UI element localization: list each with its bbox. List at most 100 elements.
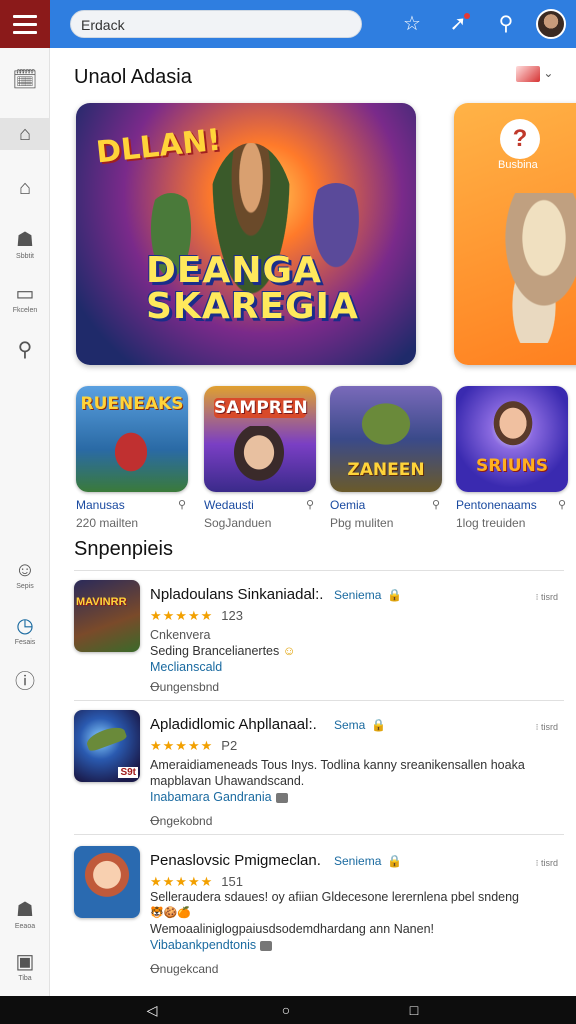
list-item-title: Apladidlomic Ahpllanaal:. bbox=[150, 716, 317, 733]
banner-logo-text: DLLAN! bbox=[94, 122, 223, 171]
list-item-description: Cnkenvera bbox=[150, 628, 211, 642]
banner-title: DEANGA SKAREGIA bbox=[146, 253, 359, 325]
emoji-row: 🐯🍪🍊 bbox=[150, 906, 560, 921]
app-card[interactable]: SAMPREN Wedausti ⚲ SogJanduen bbox=[204, 386, 316, 530]
hamburger-line bbox=[13, 30, 37, 34]
stars-glyphs: ★★★★★ bbox=[150, 608, 214, 623]
section-more-button[interactable]: ⌄ bbox=[516, 66, 553, 82]
back-icon[interactable]: ◁ bbox=[142, 1000, 162, 1020]
app-name: Wedausti ⚲ bbox=[204, 498, 316, 512]
list-item-tag: Seniema 🔒 bbox=[334, 854, 402, 868]
sidebar-item-archive[interactable]: ▣ Tiba bbox=[0, 950, 50, 982]
list-item-link[interactable]: Inabamara Gandrania bbox=[150, 790, 288, 804]
list-item-description-text: Seding Brancelianertes bbox=[150, 644, 280, 658]
recents-icon[interactable]: □ bbox=[404, 1000, 424, 1020]
sidebar: 🗓 ⌂ ⌂ ☗ Sbbtit ▭ Fkcelen ⚲ ☺ Sepis ◷ Fes… bbox=[0, 48, 50, 996]
avatar[interactable] bbox=[536, 9, 566, 39]
sidebar-item-home[interactable]: ⌂ bbox=[0, 176, 50, 200]
search-icon[interactable]: ⚲ bbox=[558, 498, 566, 511]
list-item-meta: Ꝋngekobnd bbox=[150, 814, 213, 828]
section-title: Snpenpieis bbox=[74, 538, 173, 560]
app-figure bbox=[106, 422, 156, 482]
search-icon[interactable]: ⚲ bbox=[306, 498, 314, 511]
banner-title-line: DEANGA bbox=[146, 250, 322, 291]
list-item[interactable]: MAVINRR Npladoulans Sinkaniadal:. Seniem… bbox=[74, 580, 564, 700]
app-name-text: Oemia bbox=[330, 498, 366, 512]
app-subtitle: Pbg muliten bbox=[330, 516, 394, 530]
app-card[interactable]: RUENEAKS Manusas ⚲ 220 mailten bbox=[76, 386, 188, 530]
app-subtitle: 1log treuiden bbox=[456, 516, 526, 530]
hamburger-icon bbox=[13, 14, 37, 18]
divider bbox=[74, 834, 564, 835]
app-row: RUENEAKS Manusas ⚲ 220 mailten SAMPREN We… bbox=[74, 386, 574, 536]
list-item-right: ⁝ tisrd bbox=[536, 592, 558, 603]
list-item-right-text: tisrd bbox=[540, 722, 558, 732]
rating-stars: ★★★★★ 123 bbox=[150, 608, 243, 624]
banner-title-line: SKAREGIA bbox=[146, 286, 359, 327]
sidebar-item-info[interactable]: ⓘ bbox=[0, 670, 50, 694]
list-item-description: Wemoaaliniglogpaiusdsodemdhardang ann Na… bbox=[150, 922, 434, 936]
list-item-tag: Sema 🔒 bbox=[334, 718, 386, 732]
list-item-description: Ameraidiameneads Tous Inys. Todlina kann… bbox=[150, 758, 525, 772]
store-icon: ⌂ bbox=[18, 123, 32, 145]
app-icon-text: SAMPREN bbox=[214, 398, 308, 418]
app-icon-text: ZANEEN bbox=[347, 460, 425, 480]
star-icon[interactable]: ☆ bbox=[398, 10, 426, 38]
calendar-icon: 🗓 bbox=[12, 69, 38, 91]
sidebar-item-face[interactable]: ☺ Sepis bbox=[0, 558, 50, 590]
search-icon[interactable]: ⚲ bbox=[492, 10, 520, 38]
app-card[interactable]: ZANEEN Oemia ⚲ Pbg muliten bbox=[330, 386, 442, 530]
list-item-description: Seding Brancelianertes ☺ bbox=[150, 644, 560, 659]
list-item-link[interactable]: Vibabankpendtonis bbox=[150, 938, 273, 952]
user-icon: ☗ bbox=[16, 229, 34, 251]
system-nav-bar: ◁ ○ □ bbox=[0, 996, 576, 1024]
featured-banner-secondary[interactable]: ? Busbina bbox=[454, 103, 576, 365]
lock-icon: 🔒 bbox=[387, 588, 403, 602]
sidebar-item-search[interactable]: ⚲ bbox=[0, 338, 50, 362]
sidebar-item-label: Fesais bbox=[14, 639, 36, 646]
home-button-icon[interactable]: ○ bbox=[276, 1000, 296, 1020]
sidebar-item-monitor[interactable]: ▭ Fkcelen bbox=[0, 282, 50, 314]
lock-icon: 🔒 bbox=[371, 718, 387, 732]
app-name: Pentonenaams ⚲ bbox=[456, 498, 568, 512]
search-icon: ⚲ bbox=[17, 339, 33, 361]
sidebar-item-clock[interactable]: ◷ Fesais bbox=[0, 614, 50, 646]
list-item[interactable]: Penaslovsic Pmigmeclan. Seniema 🔒 ⁝ tisrd… bbox=[74, 846, 564, 976]
rating-count: 151 bbox=[221, 874, 243, 889]
featured-banner[interactable]: DLLAN! DEANGA SKAREGIA bbox=[76, 103, 416, 365]
list-item-meta: Ꝋnugekcand bbox=[150, 962, 219, 976]
list-item-title: Penaslovsic Pmigmeclan. bbox=[150, 852, 321, 869]
search-input[interactable]: Erdack bbox=[70, 10, 362, 38]
list-thumbnail: S9t bbox=[74, 710, 140, 782]
list-item-tag: Seniema 🔒 bbox=[334, 588, 402, 602]
list-item-link[interactable]: Meclianscald bbox=[150, 660, 222, 674]
menu-button[interactable] bbox=[0, 0, 50, 48]
search-icon[interactable]: ⚲ bbox=[432, 498, 440, 511]
app-icon: SRIUNS bbox=[456, 386, 568, 492]
list-item[interactable]: S9t Apladidlomic Ahpllanaal:. Sema 🔒 ⁝ ti… bbox=[74, 710, 564, 830]
info-icon: ⓘ bbox=[15, 671, 35, 693]
app-card[interactable]: SRIUNS Pentonenaams ⚲ 1log treuiden bbox=[456, 386, 568, 530]
clock-icon: ◷ bbox=[16, 615, 34, 637]
sidebar-item-store[interactable]: ⌂ bbox=[0, 118, 50, 150]
search-icon[interactable]: ⚲ bbox=[178, 498, 186, 511]
emoji-icon: 🐯🍪🍊 bbox=[150, 907, 192, 919]
list-item-title: Npladoulans Sinkaniadal:. bbox=[150, 586, 324, 603]
app-icon: RUENEAKS bbox=[76, 386, 188, 492]
list-item-right: ⁝ tisrd bbox=[536, 858, 558, 869]
home-icon: ⌂ bbox=[18, 177, 32, 199]
lock-icon: 🔒 bbox=[387, 854, 403, 868]
send-icon[interactable]: ➚ bbox=[444, 10, 472, 38]
list-item-right-text: tisrd bbox=[540, 858, 558, 868]
sidebar-item-label: Eeaoa bbox=[14, 923, 36, 930]
more-icon: ⁝ bbox=[535, 858, 539, 868]
app-icon: SAMPREN bbox=[204, 386, 316, 492]
app-icon-text: SRIUNS bbox=[476, 456, 548, 476]
list-item-link-text: Inabamara Gandrania bbox=[150, 790, 272, 804]
banner-caption: Busbina bbox=[498, 159, 538, 171]
sidebar-item-person[interactable]: ☗ Eeaoa bbox=[0, 898, 50, 930]
sidebar-item-user[interactable]: ☗ Sbbtit bbox=[0, 228, 50, 260]
list-item-meta: Ꝋungensbnd bbox=[150, 680, 220, 694]
mail-icon bbox=[275, 792, 288, 803]
sidebar-item-calendar[interactable]: 🗓 bbox=[0, 68, 50, 92]
